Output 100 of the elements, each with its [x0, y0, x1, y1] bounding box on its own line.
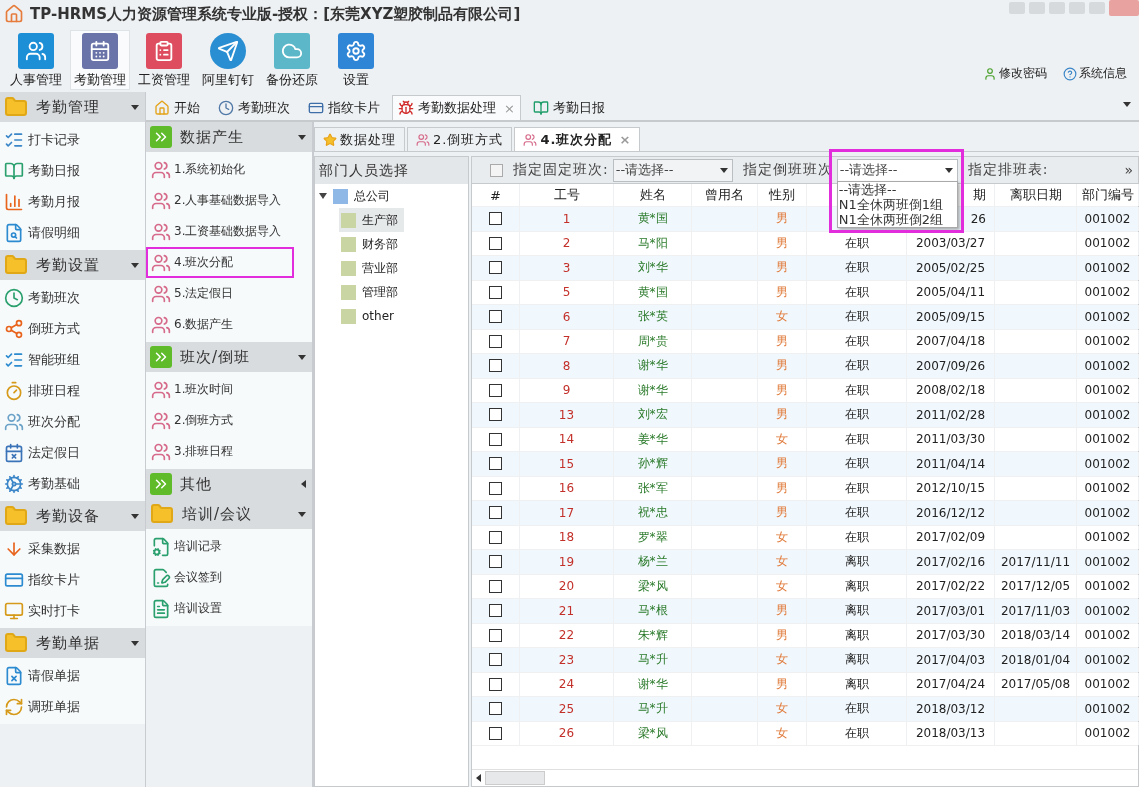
nav-item[interactable]: 5.法定假日 [146, 278, 294, 309]
row-checkbox[interactable] [489, 702, 502, 716]
table-cell: 在职 [807, 697, 907, 721]
tree-node[interactable]: other [339, 304, 400, 328]
nav-group-header[interactable]: 数据产生 [146, 122, 312, 152]
sidebar-item[interactable]: 倒班方式 [0, 313, 145, 344]
row-checkbox[interactable] [489, 481, 502, 495]
tree-node[interactable]: 财务部 [339, 232, 404, 256]
row-checkbox[interactable] [489, 383, 502, 397]
sidebar-item[interactable]: 法定假日 [0, 437, 145, 468]
row-checkbox[interactable] [489, 579, 502, 593]
row-checkbox[interactable] [489, 212, 502, 226]
sidebar-item[interactable]: 实时打卡 [0, 595, 145, 626]
sidebar-group-header[interactable]: 考勤设备 [0, 501, 145, 531]
row-checkbox[interactable] [489, 530, 502, 544]
nav-item[interactable]: 3.工资基础数据导入 [146, 216, 294, 247]
row-checkbox[interactable] [489, 726, 502, 740]
tab[interactable]: 2.倒班方式 [407, 127, 513, 151]
row-checkbox[interactable] [489, 506, 502, 520]
sidebar-item[interactable]: 考勤月报 [0, 186, 145, 217]
dropdown-option[interactable]: N1全休两班倒2组 [837, 211, 957, 227]
nav-item[interactable]: 1.班次时间 [146, 374, 294, 405]
dropdown-option[interactable]: N1全休两班倒1组 [837, 196, 957, 212]
row-checkbox[interactable] [489, 457, 502, 471]
nav-group-header[interactable]: 班次/倒班 [146, 342, 312, 372]
toolbar-link[interactable]: 系统信息 [1057, 65, 1133, 90]
sidebar-item[interactable]: 采集数据 [0, 533, 145, 564]
nav-item[interactable]: 4.班次分配 [146, 247, 294, 278]
sidebar-item[interactable]: 请假明细 [0, 217, 145, 248]
nav-item[interactable]: 6.数据产生 [146, 309, 294, 340]
row-checkbox[interactable] [489, 310, 502, 324]
row-checkbox[interactable] [489, 628, 502, 642]
tab[interactable]: 考勤数据处理 × [392, 95, 521, 120]
horizontal-scrollbar[interactable] [472, 769, 1138, 786]
expand-icon[interactable] [319, 193, 327, 199]
nav-item[interactable]: 2.倒班方式 [146, 405, 294, 436]
row-checkbox[interactable] [489, 432, 502, 446]
tab[interactable]: 数据处理 [314, 127, 405, 151]
folder-icon [4, 253, 28, 277]
tab[interactable]: 指纹卡片 [302, 95, 386, 120]
overflow-icon[interactable]: » [1124, 162, 1138, 178]
stopwatch-icon [4, 380, 24, 401]
toolbar-button[interactable]: 阿里钉钉 [198, 30, 258, 90]
nav-group-header[interactable]: 培训/会议 [146, 499, 312, 529]
tree-node[interactable]: 管理部 [339, 280, 404, 304]
column-header: # [472, 184, 520, 206]
row-checkbox[interactable] [489, 677, 502, 691]
toolbar-button[interactable]: 人事管理 [6, 30, 66, 90]
nav-item[interactable]: 3.排班日程 [146, 436, 294, 467]
row-checkbox[interactable] [489, 653, 502, 667]
sidebar-item[interactable]: 考勤班次 [0, 282, 145, 313]
shift-select[interactable]: --请选择-- [836, 158, 958, 182]
toolbar-button[interactable]: 备份还原 [262, 30, 322, 90]
sidebar-item[interactable]: 打卡记录 [0, 124, 145, 155]
nav-group-header[interactable]: 其他 [146, 469, 312, 499]
tab-label: 考勤日报 [552, 99, 605, 117]
nav-item[interactable]: 2.人事基础数据导入 [146, 185, 294, 216]
sidebar-item[interactable]: 智能班组 [0, 344, 145, 375]
bar-chart-icon [4, 191, 24, 212]
nav-item[interactable]: 培训记录 [146, 531, 294, 562]
tree-node[interactable]: 总公司 [317, 184, 396, 208]
row-checkbox[interactable] [489, 285, 502, 299]
sidebar-item[interactable]: 请假单据 [0, 660, 145, 691]
sidebar-group-header[interactable]: 考勤管理 [0, 92, 145, 122]
sidebar-group-header[interactable]: 考勤单据 [0, 628, 145, 658]
toolbar-link[interactable]: 修改密码 [977, 65, 1053, 90]
row-checkbox[interactable] [489, 334, 502, 348]
table-cell: 001002 [1077, 452, 1139, 476]
row-checkbox[interactable] [489, 604, 502, 618]
row-checkbox[interactable] [489, 261, 502, 275]
tab[interactable]: 开始 [148, 95, 206, 120]
tree-node[interactable]: 生产部 [339, 208, 404, 232]
row-checkbox[interactable] [489, 236, 502, 250]
sidebar-item[interactable]: 调班单据 [0, 691, 145, 722]
sidebar-item[interactable]: 考勤日报 [0, 155, 145, 186]
row-checkbox[interactable] [489, 555, 502, 569]
row-checkbox[interactable] [489, 359, 502, 373]
tree-node[interactable]: 营业部 [339, 256, 404, 280]
toolbar-button[interactable]: 设置 [326, 30, 386, 90]
sidebar-group-header[interactable]: 考勤设置 [0, 250, 145, 280]
shift-select[interactable]: --请选择-- [612, 158, 733, 182]
nav-item[interactable]: 1.系统初始化 [146, 154, 294, 185]
toolbar-button[interactable]: 工资管理 [134, 30, 194, 90]
caret-icon[interactable] [1123, 102, 1131, 107]
sidebar-item[interactable]: 考勤基础 [0, 468, 145, 499]
nav-item[interactable]: 培训设置 [146, 593, 294, 624]
tab[interactable]: 考勤日报 [526, 95, 611, 120]
select-all-checkbox[interactable] [490, 163, 503, 177]
dropdown-option[interactable]: --请选择-- [837, 181, 957, 197]
folder-icon [341, 260, 356, 276]
toolbar-button[interactable]: 考勤管理 [70, 30, 130, 90]
sidebar-item[interactable]: 指纹卡片 [0, 564, 145, 595]
tab-label: 开始 [174, 99, 200, 117]
tab[interactable]: 4.班次分配 × [514, 127, 641, 151]
sidebar-item[interactable]: 排班日程 [0, 375, 145, 406]
tab[interactable]: 考勤班次 [212, 95, 296, 120]
row-checkbox[interactable] [489, 408, 502, 422]
nav-item[interactable]: 会议签到 [146, 562, 294, 593]
table-cell: 2003/03/27 [907, 231, 995, 255]
sidebar-item[interactable]: 班次分配 [0, 406, 145, 437]
